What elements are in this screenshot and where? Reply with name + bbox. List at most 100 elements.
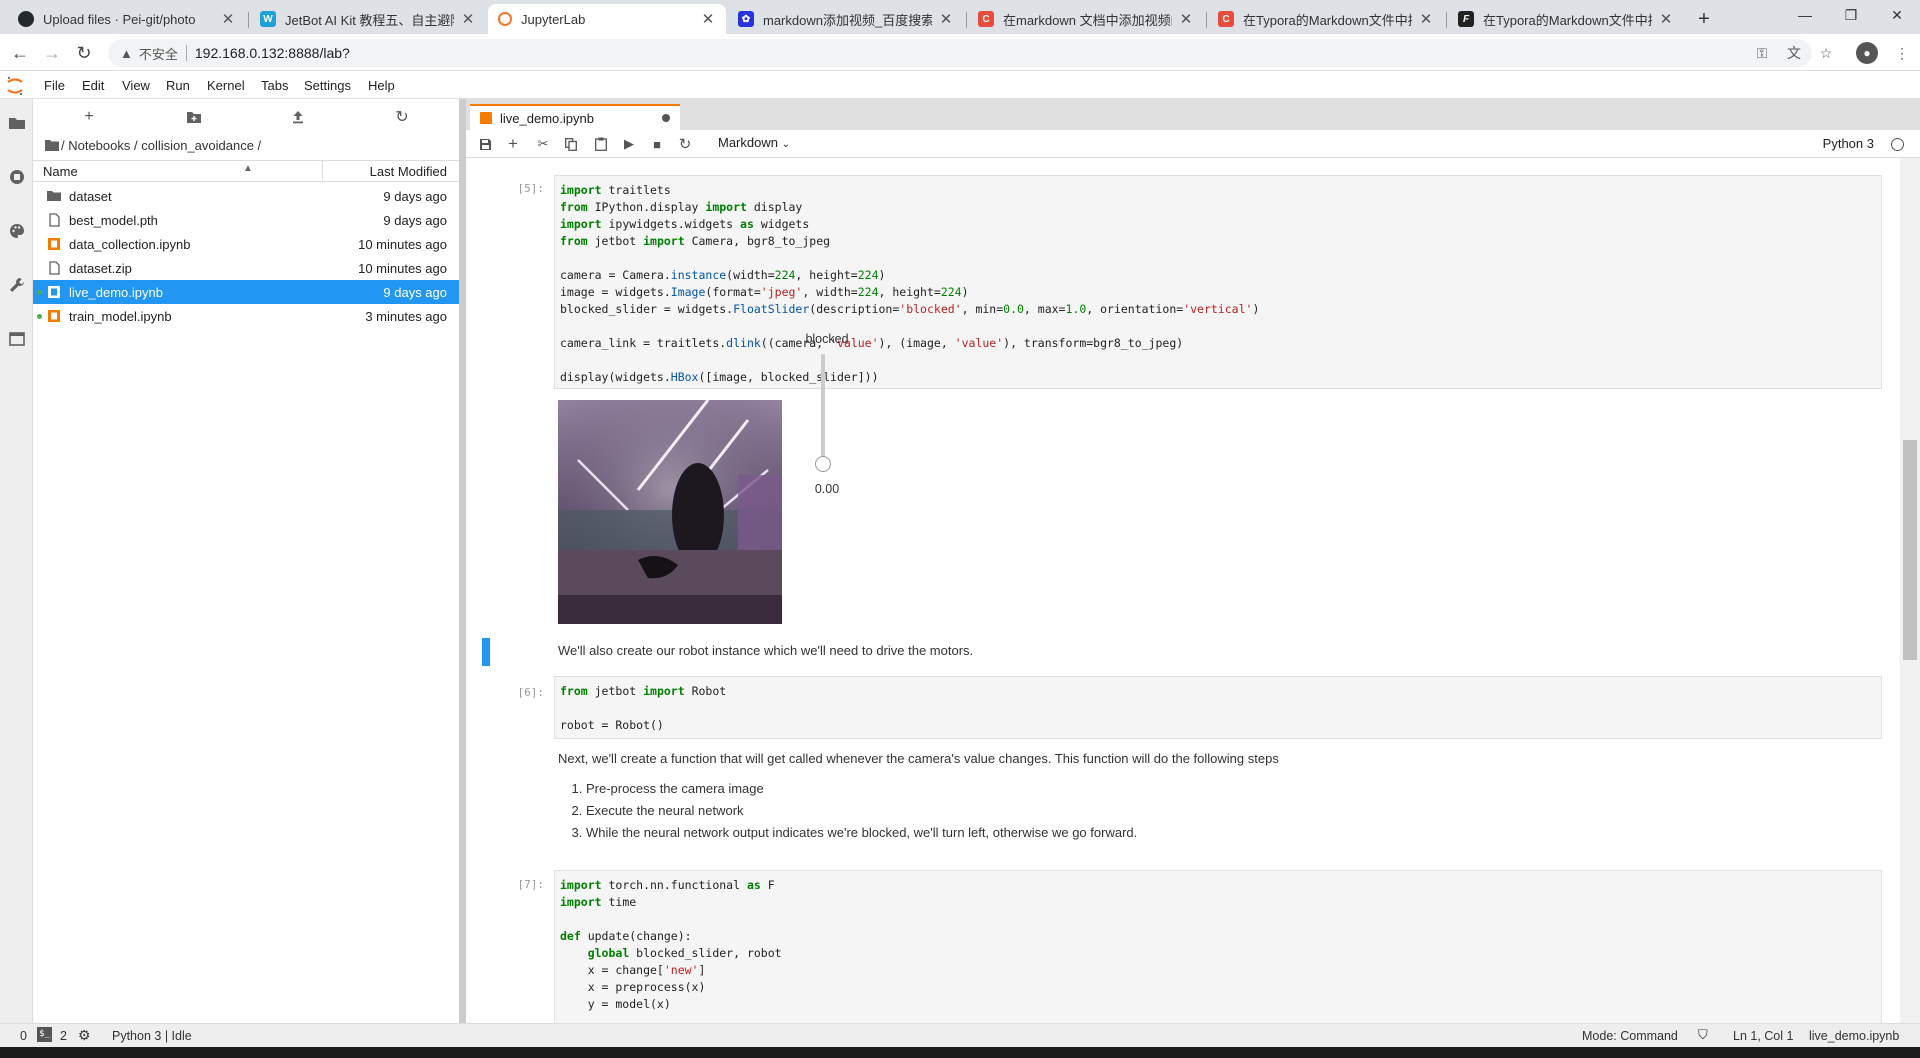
- paste-icon[interactable]: [592, 135, 610, 153]
- notebook-tab[interactable]: live_demo.ipynb: [470, 104, 680, 130]
- key-icon[interactable]: ⚿: [1752, 43, 1772, 63]
- notebook-body: [5]: import traitlets from IPython.displa…: [466, 158, 1920, 1023]
- palette-icon[interactable]: [7, 221, 27, 241]
- column-name[interactable]: Name: [43, 164, 78, 179]
- unsaved-dot-icon[interactable]: [662, 114, 670, 122]
- close-icon[interactable]: ✕: [1418, 10, 1434, 28]
- copy-icon[interactable]: [562, 135, 580, 153]
- browser-tab-strip: Upload files · Pei-git/photo ✕ W JetBot …: [0, 0, 1920, 34]
- folder-icon[interactable]: [7, 113, 27, 133]
- menu-kernel[interactable]: Kernel: [207, 78, 245, 93]
- column-last-modified[interactable]: Last Modified: [370, 164, 447, 179]
- url-text[interactable]: 192.168.0.132:8888/lab?: [195, 45, 350, 61]
- code-cell[interactable]: import torch.nn.functional as F import ti…: [554, 870, 1882, 1023]
- wrench-icon[interactable]: [7, 275, 27, 295]
- menu-tabs[interactable]: Tabs: [261, 78, 288, 93]
- kernel-status[interactable]: Python 3 | Idle: [112, 1029, 192, 1043]
- status-count[interactable]: 0: [20, 1029, 27, 1043]
- browser-tab-active[interactable]: JupyterLab ✕: [488, 4, 726, 34]
- running-sessions-icon[interactable]: [7, 167, 27, 187]
- file-row[interactable]: best_model.pth 9 days ago: [33, 208, 459, 232]
- shield-icon[interactable]: ⛉: [1698, 1027, 1708, 1043]
- menu-view[interactable]: View: [122, 78, 150, 93]
- new-launcher-icon[interactable]: +: [78, 107, 100, 127]
- omnibox[interactable]: ▲ 不安全 192.168.0.132:8888/lab?: [108, 39, 1812, 67]
- menu-edit[interactable]: Edit: [82, 78, 104, 93]
- kernel-name[interactable]: Python 3: [1823, 136, 1874, 151]
- close-icon[interactable]: ✕: [700, 10, 716, 28]
- notebook-tab-bar: live_demo.ipynb: [466, 99, 1920, 130]
- markdown-text: Next, we'll create a function that will …: [558, 751, 1279, 766]
- stop-icon[interactable]: ■: [648, 135, 666, 153]
- panel-splitter[interactable]: [459, 99, 466, 1023]
- restore-icon[interactable]: ❐: [1828, 0, 1874, 30]
- jupyter-logo-icon: [6, 76, 24, 96]
- slider-handle[interactable]: [815, 456, 831, 472]
- close-icon[interactable]: ✕: [1178, 10, 1194, 28]
- profile-avatar-icon[interactable]: ●: [1856, 42, 1878, 64]
- markdown-text[interactable]: We'll also create our robot instance whi…: [558, 640, 973, 662]
- breadcrumb-path[interactable]: / Notebooks / collision_avoidance /: [61, 138, 261, 153]
- new-tab-button[interactable]: +: [1690, 4, 1718, 34]
- gear-icon[interactable]: ⚙: [78, 1027, 91, 1044]
- run-icon[interactable]: ▶: [620, 135, 638, 153]
- menu-settings[interactable]: Settings: [304, 78, 351, 93]
- insecure-label[interactable]: 不安全: [139, 44, 178, 63]
- minimize-icon[interactable]: —: [1782, 0, 1828, 30]
- close-icon[interactable]: ✕: [938, 10, 954, 28]
- csdn-icon: C: [1218, 11, 1234, 27]
- reload-icon[interactable]: ↻: [70, 40, 98, 66]
- menu-file[interactable]: File: [44, 78, 65, 93]
- close-window-icon[interactable]: ✕: [1874, 0, 1920, 30]
- back-icon[interactable]: ←: [6, 40, 34, 66]
- file-row[interactable]: train_model.ipynb 3 minutes ago: [33, 304, 459, 328]
- chevron-down-icon: ⌄: [781, 139, 790, 150]
- close-icon[interactable]: ✕: [460, 10, 476, 28]
- browser-tab-title: JupyterLab: [521, 11, 586, 27]
- forward-icon[interactable]: →: [38, 40, 66, 66]
- refresh-icon[interactable]: ↻: [391, 107, 413, 127]
- close-icon[interactable]: ✕: [1658, 10, 1674, 28]
- browser-tab[interactable]: F 在Typora的Markdown文件中插 ✕: [1448, 4, 1684, 34]
- tab-separator: [966, 12, 967, 28]
- slider-track[interactable]: [821, 354, 825, 464]
- terminal-icon[interactable]: $_: [37, 1027, 52, 1042]
- markdown-cell[interactable]: Next, we'll create a function that will …: [558, 748, 1858, 844]
- menu-run[interactable]: Run: [166, 78, 190, 93]
- menu-help[interactable]: Help: [368, 78, 395, 93]
- cursor-position[interactable]: Ln 1, Col 1: [1733, 1029, 1793, 1043]
- file-row-selected[interactable]: live_demo.ipynb 9 days ago: [33, 280, 459, 304]
- close-icon[interactable]: ✕: [220, 10, 236, 28]
- star-icon[interactable]: ☆: [1816, 43, 1836, 63]
- browser-tab[interactable]: ✿ markdown添加视频_百度搜索 ✕: [728, 4, 964, 34]
- save-icon[interactable]: [476, 135, 494, 153]
- code-cell[interactable]: import traitlets from IPython.display imp…: [554, 175, 1882, 389]
- browser-tab[interactable]: C 在markdown 文档中添加视频的 ✕: [968, 4, 1204, 34]
- sort-caret-icon[interactable]: ▲: [243, 163, 253, 174]
- cut-icon[interactable]: ✂: [534, 135, 552, 153]
- file-row[interactable]: dataset 9 days ago: [33, 184, 459, 208]
- browser-tab[interactable]: W JetBot AI Kit 教程五、自主避障 ✕: [250, 4, 486, 34]
- running-indicator: [37, 314, 42, 319]
- menu-dots-icon[interactable]: ⋮: [1892, 43, 1912, 63]
- new-folder-icon[interactable]: [183, 107, 205, 127]
- browser-tab[interactable]: C 在Typora的Markdown文件中插 ✕: [1208, 4, 1444, 34]
- upload-icon[interactable]: [287, 107, 309, 127]
- translate-icon[interactable]: 文: [1784, 43, 1804, 63]
- cell-type-dropdown[interactable]: Markdown ⌄: [718, 135, 790, 150]
- home-folder-icon[interactable]: [45, 139, 59, 151]
- restart-icon[interactable]: ↻: [676, 135, 694, 153]
- folder-icon: [47, 191, 61, 201]
- list-item: Execute the neural network: [586, 800, 1858, 822]
- file-row[interactable]: dataset.zip 10 minutes ago: [33, 256, 459, 280]
- kernel-status-icon: [1891, 138, 1904, 151]
- terminal-count[interactable]: 2: [60, 1029, 67, 1043]
- scrollbar-thumb[interactable]: [1903, 440, 1917, 660]
- file-row[interactable]: data_collection.ipynb 10 minutes ago: [33, 232, 459, 256]
- browser-tab[interactable]: Upload files · Pei-git/photo ✕: [8, 4, 246, 34]
- tabs-icon[interactable]: [7, 329, 27, 349]
- notebook-scrollbar[interactable]: [1900, 158, 1920, 1023]
- code-cell[interactable]: from jetbot import Robot robot = Robot(): [554, 676, 1882, 739]
- insert-cell-icon[interactable]: +: [504, 134, 522, 153]
